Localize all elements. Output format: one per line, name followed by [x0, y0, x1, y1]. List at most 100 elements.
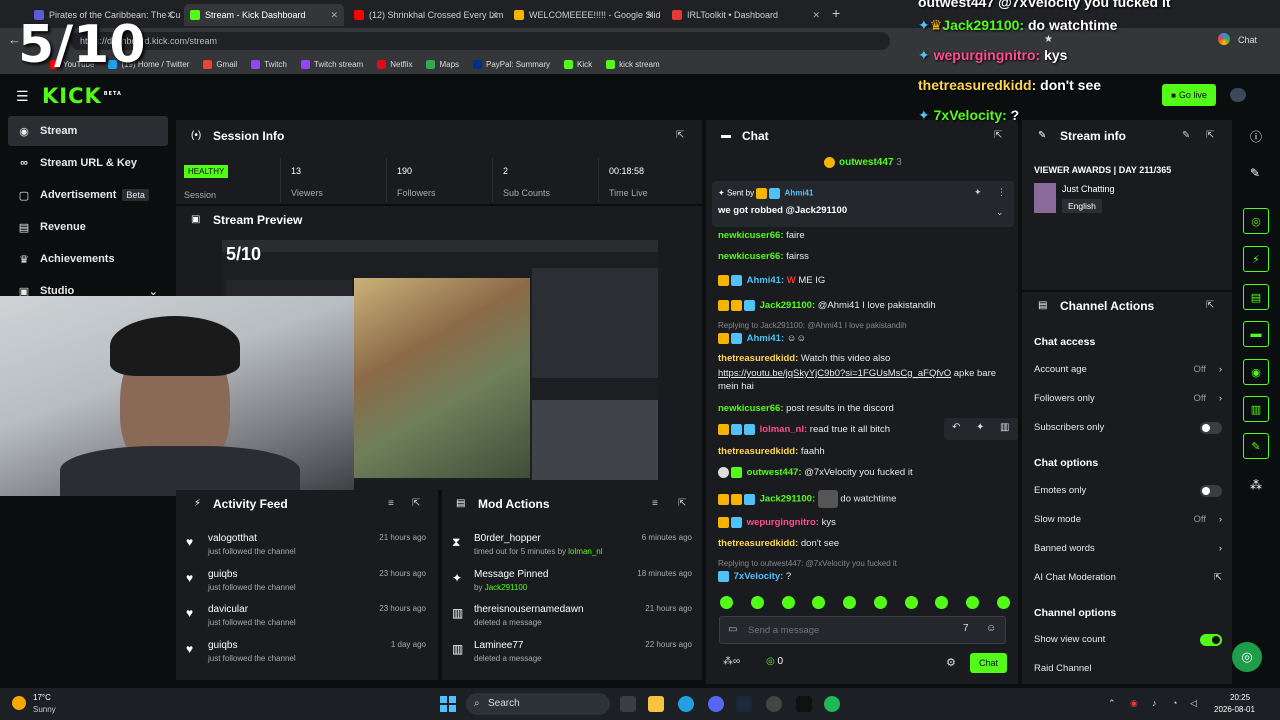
emote-icon[interactable]	[873, 596, 887, 609]
emote-icon[interactable]	[935, 596, 949, 609]
bookmark-gmail[interactable]: Gmail	[203, 59, 237, 69]
chat-link[interactable]: https://youtu.be/jqSkyYjC9b0?si=1FGUsMsC…	[718, 368, 951, 379]
emoji-icon[interactable]: ☺	[986, 623, 996, 634]
sidebar-item-stream[interactable]: ◉ Stream	[8, 116, 168, 146]
popout-icon[interactable]: ⇱	[994, 130, 1002, 141]
pencil-icon[interactable]: ✎	[1250, 166, 1260, 180]
layout-tool-icon[interactable]: ▥	[1243, 396, 1269, 422]
star-icon[interactable]: ★	[1044, 34, 1053, 45]
show-view-count-toggle[interactable]	[1200, 634, 1222, 646]
pin-icon[interactable]: ✦	[976, 422, 984, 433]
lightning-tool-icon[interactable]: ⚡	[1243, 246, 1269, 272]
sidebar-item-revenue[interactable]: ▤ Revenue	[8, 212, 168, 242]
popout-icon[interactable]: ⇱	[1206, 300, 1214, 311]
trash-icon[interactable]: ▥	[1000, 422, 1009, 433]
windows-start-icon[interactable]	[440, 696, 456, 712]
tab-kick-dashboard[interactable]: Stream - Kick Dashboard ✕	[184, 4, 344, 26]
url-field[interactable]: https://dashboard.kick.com/stream	[70, 32, 890, 50]
popout-icon[interactable]: ⇱	[1206, 130, 1214, 141]
chat-message[interactable]: Jack291100: @Ahmi41 I love pakistandih	[718, 299, 1014, 312]
popout-icon[interactable]: ⇱	[676, 130, 684, 141]
slow-mode-option[interactable]: Slow mode Off ›	[1034, 514, 1224, 528]
document-tool-icon[interactable]: ▤	[1243, 284, 1269, 310]
edge-icon[interactable]	[678, 696, 694, 712]
tab-youtube[interactable]: (12) Shrinkhal Crossed Every Limit ✕	[348, 4, 504, 26]
chat-message[interactable]: https://youtu.be/jqSkyYjC9b0?si=1FGUsMsC…	[718, 367, 1014, 393]
file-explorer-icon[interactable]	[648, 696, 664, 712]
chat-message[interactable]: newkicuser66: fairss	[718, 250, 1014, 263]
chevron-up-icon[interactable]: ⌃	[1108, 698, 1116, 709]
emote-icon[interactable]	[720, 596, 733, 609]
kick-logo[interactable]: KICK BETA	[42, 84, 122, 108]
users-icon[interactable]: ⁂∞	[723, 656, 740, 667]
bookmark-twitch[interactable]: Twitch	[251, 59, 287, 69]
microphone-icon[interactable]: ♪	[1152, 698, 1157, 708]
sun-icon[interactable]	[12, 696, 26, 710]
discord-icon[interactable]	[708, 696, 724, 712]
bookmark-kick-stream[interactable]: kick stream	[606, 59, 660, 69]
chat-message[interactable]: Replying to outwest447: @7xVelocity you …	[718, 557, 1014, 583]
taskbar-search[interactable]: ⌕ Search	[466, 693, 610, 715]
bookmark-maps[interactable]: Maps	[426, 59, 459, 69]
tray-app-icon[interactable]: ◉	[1130, 698, 1138, 709]
chat-input[interactable]	[748, 622, 948, 638]
followers-only-option[interactable]: Followers only Off ›	[1034, 393, 1224, 407]
gemini-icon[interactable]	[1218, 33, 1230, 45]
menu-icon[interactable]: ☰	[16, 88, 29, 105]
ai-moderation-option[interactable]: AI Chat Moderation ⇱	[1034, 572, 1224, 586]
seven-tv-icon[interactable]: 7	[963, 623, 969, 634]
chat-input-box[interactable]: ▭ 7 ☺	[719, 616, 1006, 644]
emote-icon[interactable]	[750, 596, 764, 609]
obs-icon[interactable]	[766, 696, 782, 712]
chat-message[interactable]: thetreasuredkidd: Watch this video also	[718, 352, 1014, 365]
tab-irltoolkit[interactable]: IRLToolkit • Dashboard ✕	[666, 4, 826, 26]
raid-channel-option[interactable]: Raid Channel	[1034, 663, 1224, 677]
filter-icon[interactable]: ≡	[388, 498, 394, 509]
chat-message[interactable]: Ahmi41: W ME IG	[718, 274, 1014, 287]
wrench-tool-icon[interactable]: ✎	[1243, 433, 1269, 459]
info-icon[interactable]: ⓘ	[1250, 128, 1262, 145]
popout-icon[interactable]: ⇱	[412, 498, 420, 509]
chat-message[interactable]: thetreasuredkidd: don't see	[718, 537, 1014, 550]
reply-icon[interactable]: ↶	[952, 422, 960, 433]
steam-icon[interactable]	[736, 696, 752, 712]
terminal-icon[interactable]	[796, 696, 812, 712]
spotify-icon[interactable]	[824, 696, 840, 712]
edit-icon[interactable]: ✎	[1182, 130, 1190, 141]
pin-icon[interactable]: ✦	[974, 187, 982, 198]
emote-icon[interactable]	[966, 596, 980, 609]
emote-icon[interactable]	[812, 596, 826, 609]
users-icon[interactable]: ⁂	[1250, 478, 1262, 492]
broadcast-tool-icon[interactable]: ◉	[1243, 359, 1269, 385]
subscribers-only-toggle[interactable]	[1200, 422, 1222, 434]
emote-icon[interactable]	[996, 596, 1010, 609]
volume-icon[interactable]: ◁	[1190, 698, 1197, 709]
sidebar-item-advertisement[interactable]: ▢ Advertisement Beta	[8, 180, 168, 210]
chat-message[interactable]: Replying to Jack291100: @Ahmi41 I love p…	[718, 319, 1014, 345]
chat-message[interactable]: thetreasuredkidd: faahh	[718, 445, 1014, 458]
bookmark-netflix[interactable]: Netflix	[377, 59, 412, 69]
clock-date[interactable]: 2026-08-01	[1214, 705, 1255, 714]
bookmark-paypal[interactable]: PayPal: Summary	[473, 59, 550, 69]
emote-icon[interactable]	[904, 596, 918, 609]
close-icon[interactable]: ✕	[330, 10, 338, 21]
banned-words-option[interactable]: Banned words ›	[1034, 543, 1224, 557]
close-icon[interactable]: ✕	[812, 10, 820, 21]
close-icon[interactable]: ✕	[490, 10, 498, 21]
network-icon[interactable]: ◔	[1172, 698, 1177, 708]
chat-message[interactable]: Jack291100: do watchtime	[718, 490, 1014, 508]
sidebar-item-achievements[interactable]: ♛ Achievements	[8, 244, 168, 274]
filter-icon[interactable]: ≡	[652, 498, 658, 509]
emotes-only-toggle[interactable]	[1200, 485, 1222, 497]
bookmark-twitch-stream[interactable]: Twitch stream	[300, 59, 363, 69]
go-live-button[interactable]: ■ Go live	[1162, 84, 1216, 106]
camera-tool-icon[interactable]: ◎	[1243, 208, 1269, 234]
close-icon[interactable]: ✕	[166, 10, 174, 21]
chat-label[interactable]: Chat	[1238, 35, 1257, 45]
sidebar-item-stream-url-key[interactable]: ∞ Stream URL & Key	[8, 148, 168, 178]
tab-google-slides[interactable]: WELCOMEEEE!!!!! - Google Slides ✕	[508, 4, 660, 26]
clock-time[interactable]: 20:25	[1230, 693, 1250, 702]
chat-message[interactable]: wepurgingnitro: kys	[718, 516, 1014, 529]
bookmark-kick[interactable]: Kick	[564, 59, 592, 69]
new-tab-icon[interactable]: +	[832, 5, 840, 21]
